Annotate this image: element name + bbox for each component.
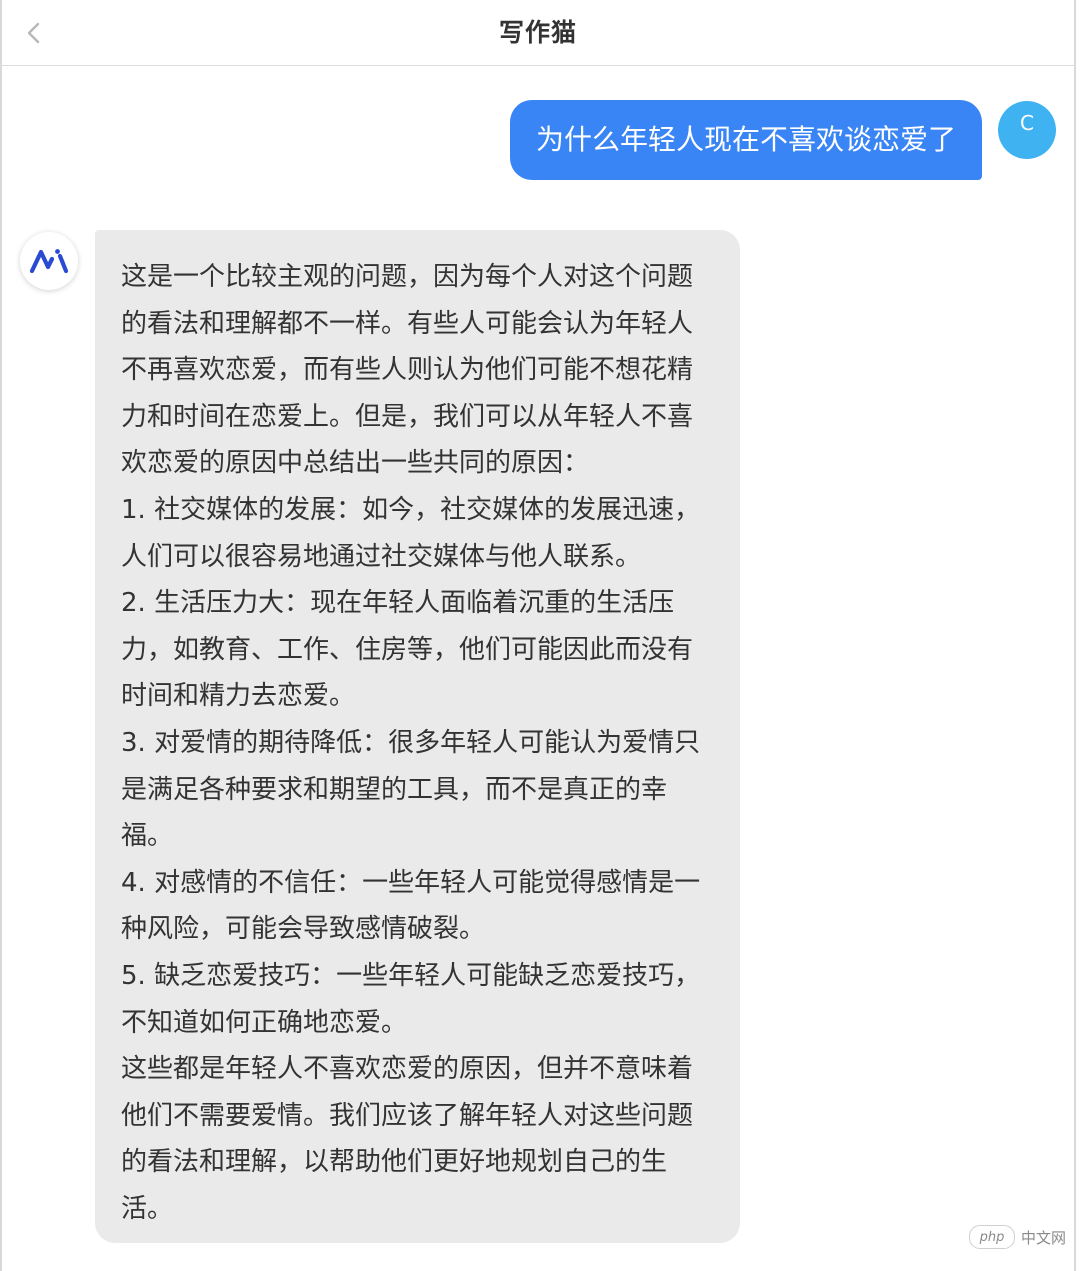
ai-logo-icon — [29, 249, 69, 274]
bot-message-line: 的看法和理解都不一样。有些人可能会认为年轻人 — [121, 308, 694, 339]
watermark: php 中文网 — [968, 1225, 1066, 1249]
bot-message-line: 3. 对爱情的期待降低：很多年轻人可能认为爱情只 — [121, 727, 701, 758]
bot-message-text: 这是一个比较主观的问题，因为每个人对这个问题 的看法和理解都不一样。有些人可能会认… — [121, 254, 714, 1232]
bot-message-line: 1. 社交媒体的发展：如今，社交媒体的发展迅速， — [121, 494, 701, 525]
watermark-badge: php — [968, 1225, 1015, 1249]
bot-avatar — [20, 232, 78, 290]
bot-message-line: 福。 — [121, 821, 174, 852]
watermark-text: 中文网 — [1020, 1228, 1066, 1247]
bot-message-line: 这些都是年轻人不喜欢恋爱的原因，但并不意味着 — [121, 1054, 694, 1085]
page-title: 写作猫 — [498, 18, 577, 47]
bot-message-line: 的看法和理解，以帮助他们更好地规划自己的生 — [121, 1147, 668, 1178]
bot-message-line: 是满足各种要求和期望的工具，而不是真正的幸 — [121, 774, 668, 805]
bot-message-line: 种风险，可能会导致感情破裂。 — [121, 914, 486, 945]
header-bar: 写作猫 — [2, 0, 1074, 66]
chat-window: 写作猫 为什么年轻人现在不喜欢谈恋爱了 C 这是一个比较主观的问题，因为每个人对… — [0, 0, 1076, 1271]
bot-message-line: 5. 缺乏恋爱技巧：一些年轻人可能缺乏恋爱技巧， — [121, 960, 701, 991]
bot-message-line: 人们可以很容易地通过社交媒体与他人联系。 — [121, 541, 642, 572]
user-message-bubble: 为什么年轻人现在不喜欢谈恋爱了 — [509, 100, 982, 180]
bot-message-line: 不再喜欢恋爱，而有些人则认为他们可能不想花精 — [121, 355, 694, 386]
bot-message-line: 力和时间在恋爱上。但是，我们可以从年轻人不喜 — [121, 401, 694, 432]
bot-message-line: 时间和精力去恋爱。 — [121, 681, 356, 712]
bot-message-line: 4. 对感情的不信任：一些年轻人可能觉得感情是一 — [121, 867, 701, 898]
bot-message-line: 活。 — [121, 1193, 174, 1224]
user-avatar[interactable]: C — [998, 101, 1056, 159]
bot-message-line: 这是一个比较主观的问题，因为每个人对这个问题 — [121, 262, 694, 292]
bot-message-line: 不知道如何正确地恋爱。 — [121, 1007, 408, 1038]
bot-message-line: 2. 生活压力大：现在年轻人面临着沉重的生活压 — [121, 588, 675, 619]
bot-message-line: 他们不需要爱情。我们应该了解年轻人对这些问题 — [121, 1100, 694, 1131]
bot-message-line: 力，如教育、工作、住房等，他们可能因此而没有 — [121, 634, 694, 665]
bot-message-bubble: 这是一个比较主观的问题，因为每个人对这个问题 的看法和理解都不一样。有些人可能会认… — [95, 230, 740, 1243]
bot-message-line: 欢恋爱的原因中总结出一些共同的原因： — [121, 448, 590, 479]
